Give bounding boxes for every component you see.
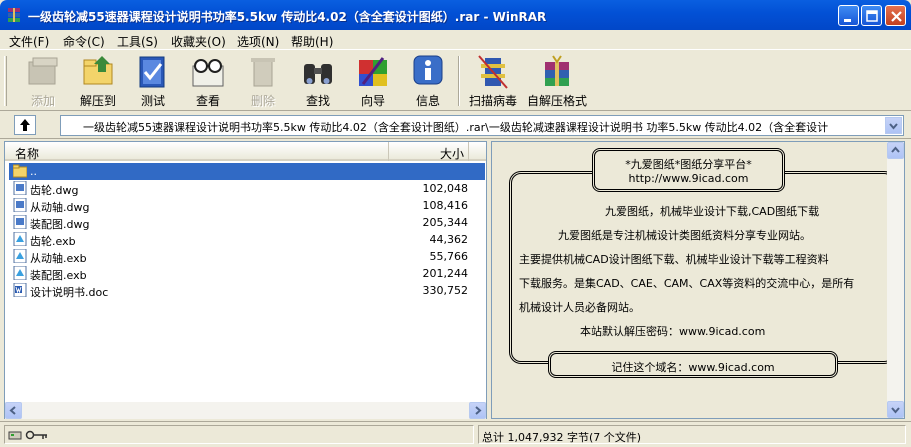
comment-line: 本站默认解压密码：www.9icad.com: [580, 325, 766, 338]
wizard-icon: [359, 57, 387, 86]
add-button[interactable]: 添加: [15, 54, 71, 108]
comment-line: 下载服务。是集CAD、CAE、CAM、CAX等资料的交流中心，是所有: [519, 277, 855, 290]
dwg-file-icon: [13, 181, 27, 195]
title-bar[interactable]: 一级齿轮减55速器课程设计说明书功率5.5kw 传动比4.02（含全套设计图纸）…: [0, 0, 911, 30]
menu-favorites[interactable]: 收藏夹(O): [171, 33, 226, 50]
view-glasses-icon: [192, 59, 224, 87]
comment-header-url: http://www.9icad.com: [628, 172, 749, 185]
extract-folder-icon: [83, 56, 113, 85]
file-row[interactable]: 齿轮.dwg 102,048: [9, 180, 486, 197]
path-text: 一级齿轮减55速器课程设计说明书功率5.5kw 传动比4.02（含全套设计图纸）…: [83, 121, 829, 134]
info-icon: [413, 55, 443, 85]
winrar-icon: [8, 8, 20, 22]
column-header-size[interactable]: 大小: [389, 142, 469, 161]
chevron-up-icon: [891, 146, 900, 153]
scroll-down-button[interactable]: [887, 401, 904, 418]
column-header-name[interactable]: 名称: [5, 142, 389, 161]
dwg-file-icon: [13, 215, 27, 229]
comment-panel: *九爱图纸*图纸分享平台* http://www.9icad.com 九爱图纸，…: [491, 141, 905, 419]
address-bar: 一级齿轮减55速器课程设计说明书功率5.5kw 传动比4.02（含全套设计图纸）…: [0, 111, 911, 139]
horizontal-scrollbar[interactable]: [5, 402, 486, 419]
find-button[interactable]: 查找: [290, 54, 346, 108]
dwg-file-icon: [13, 198, 27, 212]
menu-options[interactable]: 选项(N): [237, 33, 279, 50]
word-doc-icon: [13, 283, 27, 297]
delete-button[interactable]: 删除: [235, 54, 291, 108]
comment-footer-text: 记住这个域名：www.9icad.com: [611, 361, 775, 374]
test-button[interactable]: 测试: [125, 54, 181, 108]
scan-virus-icon: [478, 55, 508, 89]
file-row[interactable]: 设计说明书.doc 330,752: [9, 282, 486, 299]
path-dropdown-button[interactable]: [885, 117, 902, 134]
comment-line: 机械设计人员必备网站。: [519, 301, 640, 314]
exb-file-icon: [13, 249, 27, 263]
window-title: 一级齿轮减55速器课程设计说明书功率5.5kw 传动比4.02（含全套设计图纸）…: [28, 10, 547, 24]
file-row[interactable]: 装配图.exb 201,244: [9, 265, 486, 282]
file-list: 名称 大小 .. 齿轮.dwg 102,048 从动轴.dwg 108,416 …: [4, 141, 487, 419]
delete-icon: [251, 58, 275, 87]
file-row[interactable]: 从动轴.exb 55,766: [9, 248, 486, 265]
status-bar: 总计 1,047,932 字节(7 个文件): [0, 421, 911, 447]
up-arrow-icon: [20, 119, 30, 131]
file-row[interactable]: 装配图.dwg 205,344: [9, 214, 486, 231]
comment-header-title: *九爱图纸*图纸分享平台*: [625, 158, 752, 171]
close-icon: [891, 11, 902, 22]
chevron-down-icon: [889, 123, 898, 130]
comment-line: 九爱图纸是专注机械设计类图纸资料分享专业网站。: [558, 229, 811, 242]
menu-tools[interactable]: 工具(S): [117, 33, 158, 50]
test-icon: [139, 56, 165, 88]
menu-commands[interactable]: 命令(C): [63, 33, 105, 50]
file-row-parent[interactable]: ..: [9, 163, 485, 180]
toolbar: 添加 解压到 测试 查看 删除 查找 向导 信息 扫描病毒 自解压格式: [0, 49, 911, 111]
close-button[interactable]: [885, 5, 906, 26]
maximize-icon: [866, 10, 878, 22]
comment-footer-box: 记住这个域名：www.9icad.com: [548, 351, 838, 378]
extract-to-button[interactable]: 解压到: [70, 54, 126, 108]
file-row[interactable]: 齿轮.exb 44,362: [9, 231, 486, 248]
sfx-archive-icon: [545, 55, 569, 86]
scan-virus-button[interactable]: 扫描病毒: [465, 54, 521, 108]
minimize-button[interactable]: [838, 5, 859, 26]
exb-file-icon: [13, 266, 27, 280]
info-button[interactable]: 信息: [400, 54, 456, 108]
minimize-icon: [844, 19, 851, 22]
comment-line: 主要提供机械CAD设计图纸下载、机械毕业设计下载等工程资料: [519, 253, 829, 266]
file-row[interactable]: 从动轴.dwg 108,416: [9, 197, 486, 214]
view-button[interactable]: 查看: [180, 54, 236, 108]
key-icon: [25, 430, 47, 440]
exb-file-icon: [13, 232, 27, 246]
menu-help[interactable]: 帮助(H): [291, 33, 333, 50]
path-combo[interactable]: 一级齿轮减55速器课程设计说明书功率5.5kw 传动比4.02（含全套设计图纸）…: [60, 115, 904, 136]
scroll-right-button[interactable]: [469, 402, 486, 419]
menu-file[interactable]: 文件(F): [9, 33, 49, 50]
status-left-pane: [4, 425, 474, 444]
chevron-down-icon: [891, 407, 900, 414]
scroll-left-button[interactable]: [5, 402, 22, 419]
menu-bar: 文件(F) 命令(C) 工具(S) 收藏夹(O) 选项(N) 帮助(H): [0, 30, 911, 49]
wizard-button[interactable]: 向导: [345, 54, 401, 108]
status-total: 总计 1,047,932 字节(7 个文件): [482, 431, 642, 444]
list-header: 名称 大小: [5, 142, 486, 161]
binoculars-icon: [304, 64, 332, 84]
scroll-up-button[interactable]: [887, 142, 904, 159]
chevron-left-icon: [9, 406, 16, 415]
add-icon: [28, 57, 58, 85]
comment-line: 九爱图纸，机械毕业设计下载,CAD图纸下载: [605, 205, 820, 218]
drive-icon: [8, 431, 22, 440]
comment-header-box: *九爱图纸*图纸分享平台* http://www.9icad.com: [592, 148, 785, 192]
vertical-scrollbar[interactable]: [887, 142, 904, 418]
up-folder-button[interactable]: [14, 115, 36, 135]
maximize-button[interactable]: [861, 5, 882, 26]
chevron-right-icon: [475, 406, 482, 415]
parent-folder-icon: [13, 164, 27, 178]
status-right-pane: 总计 1,047,932 字节(7 个文件): [478, 425, 906, 444]
toolbar-grip[interactable]: [4, 56, 7, 106]
sfx-button[interactable]: 自解压格式: [527, 54, 587, 108]
